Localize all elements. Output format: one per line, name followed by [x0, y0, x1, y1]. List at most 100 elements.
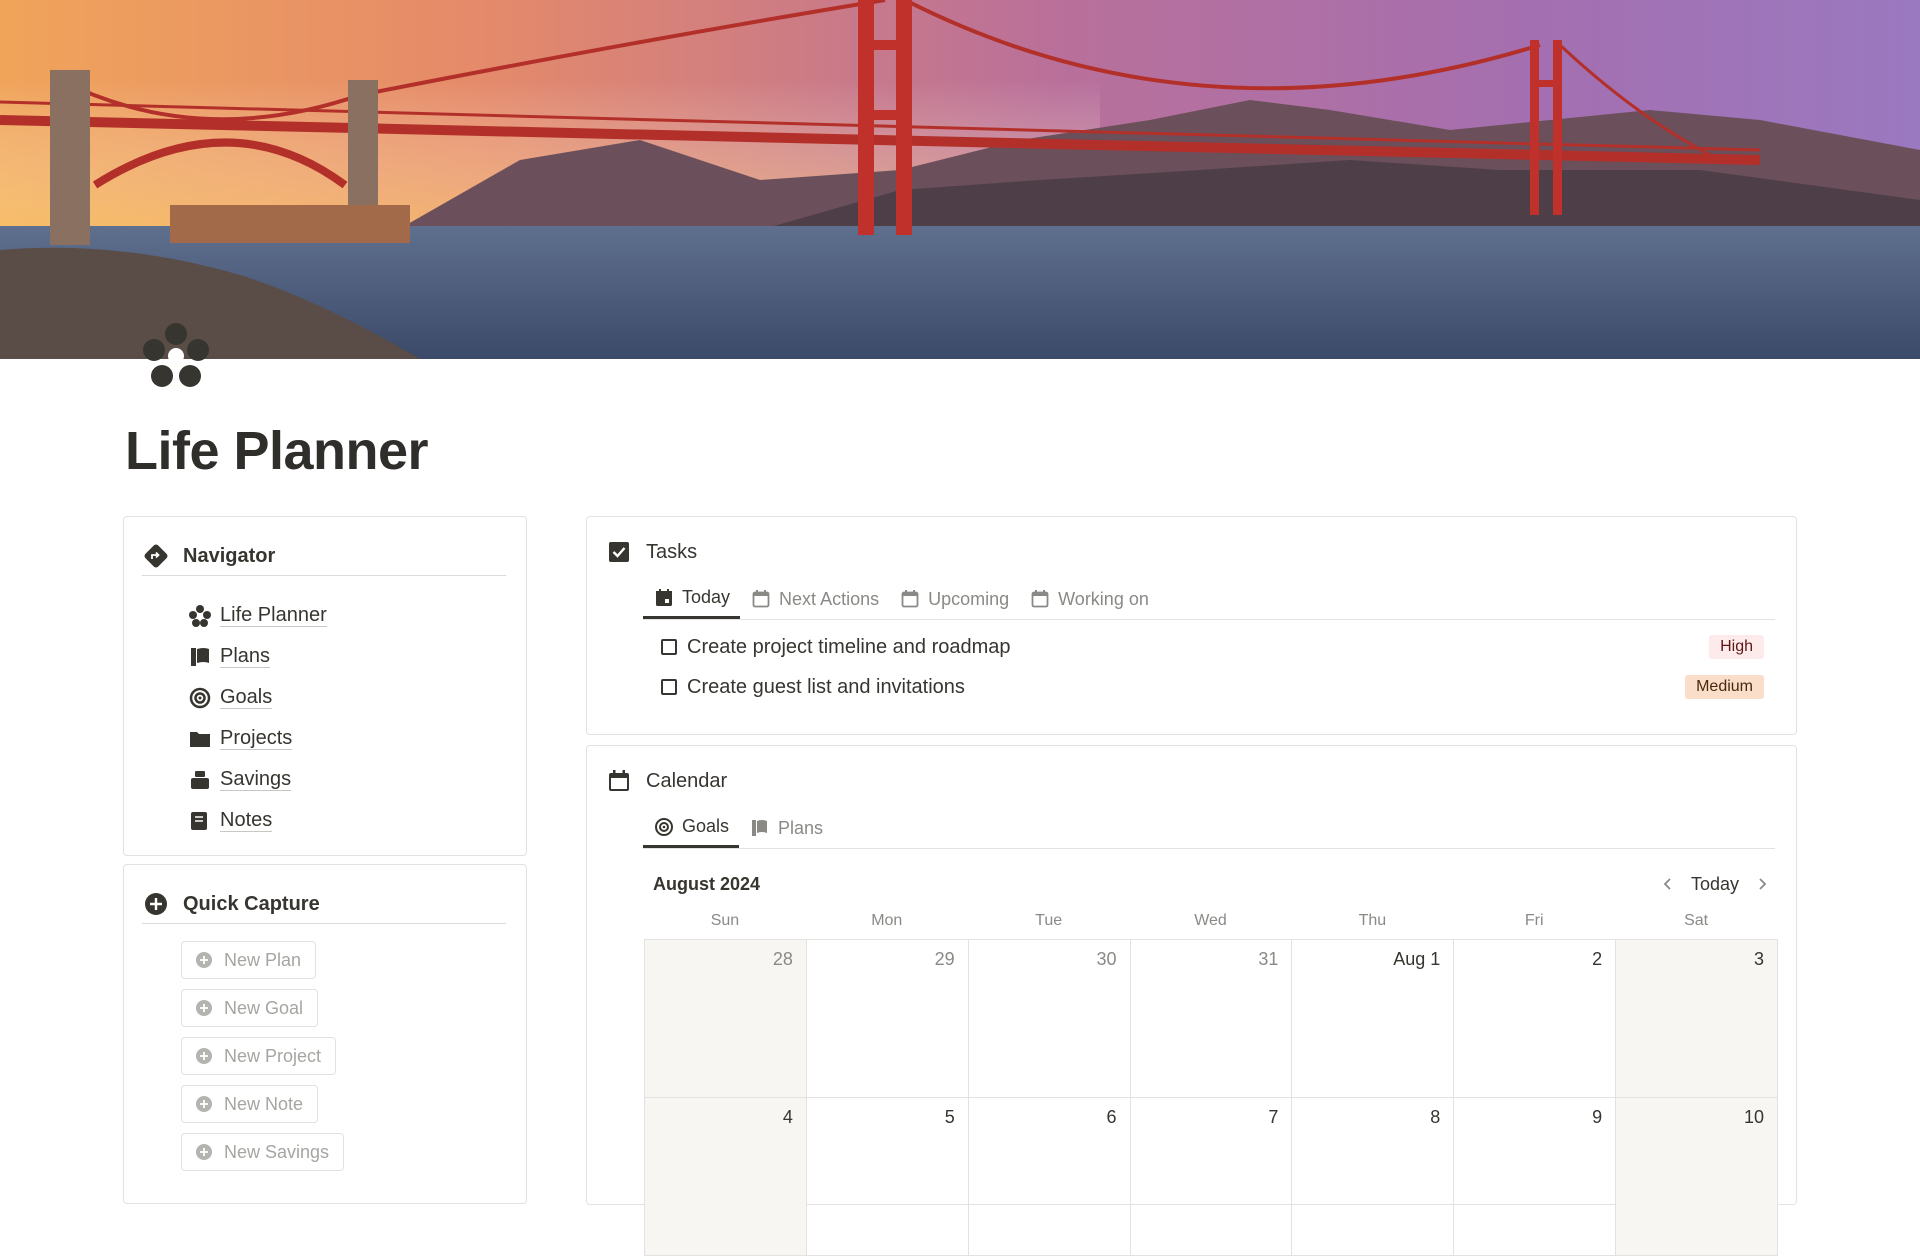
nav-item-projects[interactable]: Projects — [186, 718, 327, 759]
page-icon[interactable] — [136, 316, 216, 396]
tab-label: Today — [682, 587, 731, 607]
nav-item-savings[interactable]: Savings — [186, 759, 327, 800]
page-title: Life Planner — [125, 421, 429, 481]
chevron-left-icon[interactable] — [1655, 871, 1681, 897]
day-number: 6 — [1106, 1107, 1117, 1127]
projects-icon — [186, 725, 214, 753]
priority-badge: Medium — [1685, 675, 1764, 699]
calendar-icon — [606, 768, 632, 794]
goals-icon — [186, 684, 214, 712]
weekday-label: Thu — [1358, 912, 1387, 929]
calendar-icon — [653, 587, 675, 609]
day-number: 29 — [934, 949, 955, 969]
nav-item-plans[interactable]: Plans — [186, 636, 327, 677]
new-goal-button[interactable]: New Goal — [181, 989, 319, 1027]
tab-label: Goals — [682, 816, 730, 836]
button-label: New Plan — [224, 949, 302, 970]
calendar-day-cell[interactable]: Aug 1 — [1292, 940, 1455, 1098]
task-checkbox[interactable] — [661, 679, 677, 695]
day-number: 30 — [1096, 949, 1117, 969]
task-list: Create project timeline and roadmap High… — [661, 627, 1764, 707]
nav-item-label: Savings — [220, 768, 292, 791]
calendar-day-cell[interactable]: 28 — [645, 940, 807, 1098]
tab-label: Next Actions — [779, 588, 880, 609]
plus-circle-icon — [194, 998, 214, 1018]
calendar-day-cell[interactable]: 9 — [1454, 1098, 1617, 1256]
button-label: New Goal — [224, 997, 304, 1018]
tab-plans[interactable]: Plans — [739, 808, 833, 848]
button-label: New Project — [224, 1045, 322, 1066]
new-project-button[interactable]: New Project — [181, 1037, 337, 1075]
plus-circle-icon — [194, 950, 214, 970]
calendar-day-cell[interactable]: 29 — [806, 940, 969, 1098]
calendar-day-cell[interactable]: 3 — [1616, 940, 1778, 1098]
tab-upcoming[interactable]: Upcoming — [889, 579, 1019, 619]
plus-circle-icon — [194, 1046, 214, 1066]
calendar-toolbar: August 2024 Today — [653, 866, 1775, 902]
button-label: New Savings — [224, 1141, 330, 1162]
tab-today[interactable]: Today — [643, 579, 741, 619]
calendar-day-cell[interactable]: 2 — [1454, 940, 1617, 1098]
calendar-nav: Today — [1655, 871, 1775, 897]
calendar-card: Calendar Goals Plans August 2024 Today S… — [586, 745, 1797, 1256]
nav-item-label: Notes — [220, 809, 273, 832]
new-savings-button[interactable]: New Savings — [181, 1133, 345, 1171]
nav-item-goals[interactable]: Goals — [186, 677, 327, 718]
life-planner-icon — [186, 602, 214, 630]
day-number: 8 — [1430, 1107, 1441, 1127]
nav-item-life-planner[interactable]: Life Planner — [186, 595, 327, 636]
new-plan-button[interactable]: New Plan — [181, 941, 317, 979]
calendar-header: Calendar — [606, 768, 727, 794]
nav-item-notes[interactable]: Notes — [186, 800, 327, 841]
tab-goals[interactable]: Goals — [643, 808, 740, 848]
day-number: 3 — [1753, 949, 1764, 969]
calendar-day-cell[interactable]: 31 — [1130, 940, 1293, 1098]
nav-item-label: Projects — [220, 727, 293, 750]
tasks-title: Tasks — [646, 540, 698, 563]
day-number: 4 — [782, 1107, 793, 1127]
navigator-list: Life Planner Plans Goals Projects Saving… — [186, 595, 327, 841]
task-title: Create guest list and invitations — [687, 675, 965, 698]
plans-icon — [749, 817, 771, 839]
new-note-button[interactable]: New Note — [181, 1085, 319, 1123]
quick-capture-list: New Plan New Goal New Project New Note N… — [181, 941, 345, 1181]
weekday-label: Sat — [1684, 912, 1709, 929]
plans-icon — [186, 643, 214, 671]
day-number: 2 — [1592, 949, 1603, 969]
task-checkbox[interactable] — [661, 639, 677, 655]
tab-label: Plans — [778, 817, 824, 838]
calendar-day-cell[interactable]: 30 — [968, 940, 1131, 1098]
cover-image — [0, 0, 1920, 359]
weekday-label: Tue — [1035, 912, 1063, 929]
tab-working-on[interactable]: Working on — [1019, 579, 1159, 619]
plus-circle-icon — [142, 890, 170, 918]
calendar-day-cell[interactable]: 5 — [806, 1098, 969, 1256]
day-number: 28 — [772, 949, 793, 969]
calendar-icon — [899, 588, 921, 610]
day-number: 31 — [1258, 949, 1279, 969]
nav-item-label: Life Planner — [220, 604, 327, 627]
tab-next-actions[interactable]: Next Actions — [740, 579, 889, 619]
calendar-day-cell[interactable]: 7 — [1130, 1098, 1293, 1256]
calendar-day-cell[interactable]: 8 — [1292, 1098, 1455, 1256]
direction-sign-icon — [142, 542, 170, 570]
calendar-day-cell[interactable]: 4 — [645, 1098, 807, 1256]
navigator-title: Navigator — [183, 544, 276, 567]
weekday-label: Wed — [1194, 912, 1227, 929]
calendar-day-cell[interactable]: 6 — [968, 1098, 1131, 1256]
chevron-right-icon[interactable] — [1749, 871, 1775, 897]
quick-capture-card: Quick Capture New Plan New Goal New Proj… — [123, 864, 527, 1204]
weekday-label: Mon — [871, 912, 903, 929]
today-button[interactable]: Today — [1691, 874, 1739, 895]
calendar-tabs: Goals Plans — [643, 808, 1775, 849]
task-row[interactable]: Create project timeline and roadmap High — [661, 627, 1764, 667]
tasks-tabs: Today Next Actions Upcoming Working on — [643, 579, 1775, 620]
calendar-day-cell[interactable]: 10 — [1616, 1098, 1778, 1256]
tab-label: Working on — [1058, 588, 1149, 609]
target-icon — [653, 816, 675, 838]
calendar-title: Calendar — [646, 769, 728, 792]
tasks-header: Tasks — [606, 539, 697, 565]
savings-icon — [186, 766, 214, 794]
button-label: New Note — [224, 1093, 304, 1114]
task-row[interactable]: Create guest list and invitations Medium — [661, 667, 1764, 707]
